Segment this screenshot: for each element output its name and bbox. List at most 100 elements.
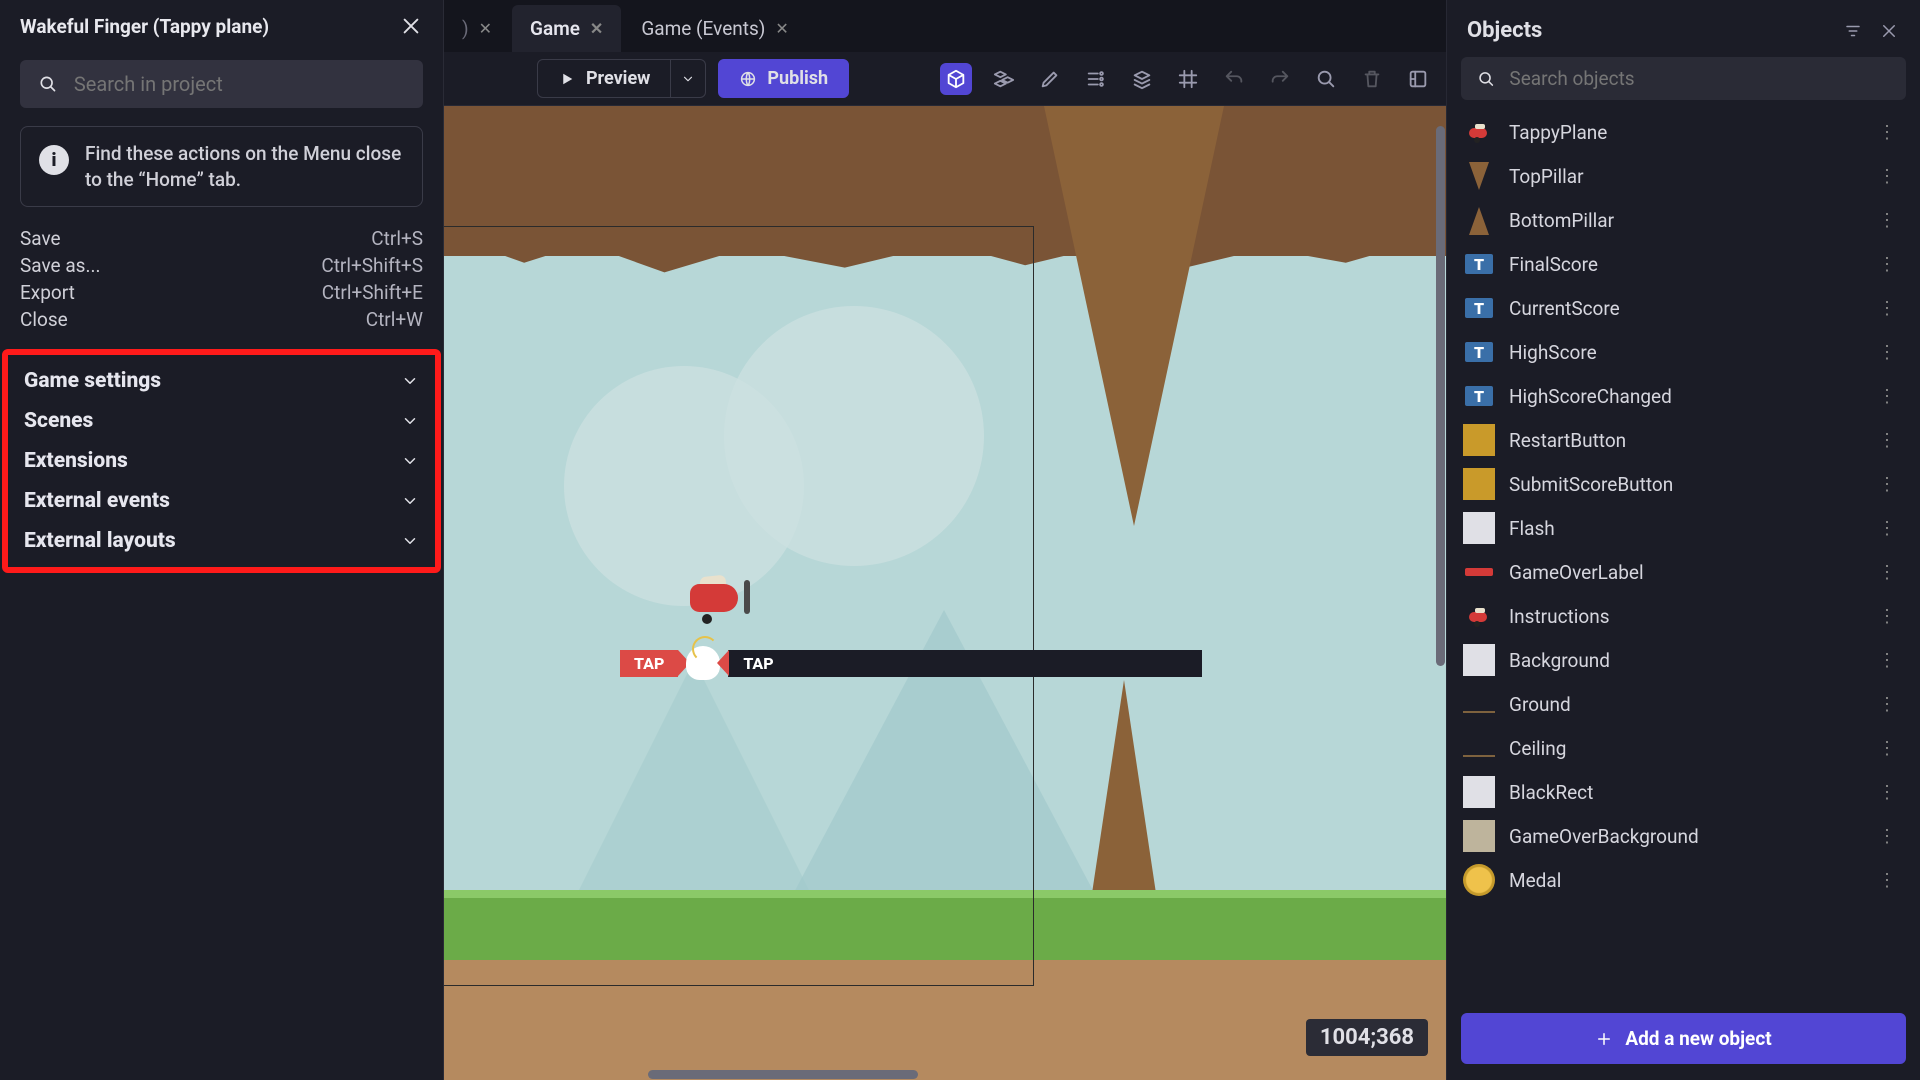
object-blackrect[interactable]: BlackRect⋮: [1457, 770, 1910, 814]
object-kebab-icon[interactable]: ⋮: [1874, 210, 1900, 231]
object-flash[interactable]: Flash⋮: [1457, 506, 1910, 550]
section-external-layouts[interactable]: External layouts: [16, 521, 427, 561]
object-highscorechanged[interactable]: THighScoreChanged⋮: [1457, 374, 1910, 418]
menu-action-close[interactable]: CloseCtrl+W: [20, 306, 423, 333]
objects-search[interactable]: [1461, 57, 1906, 100]
tab-game-events-[interactable]: Game (Events) ✕: [623, 5, 806, 52]
tool-settings-icon[interactable]: [1404, 65, 1432, 93]
tab-close-icon[interactable]: ✕: [590, 19, 603, 38]
section-external-events[interactable]: External events: [16, 481, 427, 521]
object-thumb: [1463, 116, 1495, 148]
tool-properties-icon[interactable]: [1082, 65, 1110, 93]
viewport-horizontal-scrollbar[interactable]: [450, 1070, 1440, 1080]
svg-text:T: T: [1474, 343, 1484, 362]
object-name: TopPillar: [1509, 165, 1860, 188]
scene-viewport[interactable]: TAP TAP 1004;368: [444, 106, 1446, 1080]
menu-action-shortcut: Ctrl+W: [366, 308, 423, 331]
object-medal[interactable]: Medal ⋮: [1457, 858, 1910, 902]
object-kebab-icon[interactable]: ⋮: [1874, 122, 1900, 143]
section-game-settings[interactable]: Game settings: [16, 361, 427, 401]
object-name: Medal: [1509, 869, 1860, 892]
section-extensions[interactable]: Extensions: [16, 441, 427, 481]
object-kebab-icon[interactable]: ⋮: [1874, 738, 1900, 759]
tool-instances-icon[interactable]: [990, 65, 1018, 93]
object-finalscore[interactable]: TFinalScore⋮: [1457, 242, 1910, 286]
object-name: CurrentScore: [1509, 297, 1860, 320]
object-kebab-icon[interactable]: ⋮: [1874, 474, 1900, 495]
object-kebab-icon[interactable]: ⋮: [1874, 562, 1900, 583]
menu-action-save-as-[interactable]: Save as...Ctrl+Shift+S: [20, 252, 423, 279]
object-kebab-icon[interactable]: ⋮: [1874, 826, 1900, 847]
object-thumb: [1463, 160, 1495, 192]
chevron-down-icon: [401, 412, 419, 430]
object-background[interactable]: Background⋮: [1457, 638, 1910, 682]
object-restartbutton[interactable]: RestartButton⋮: [1457, 418, 1910, 462]
project-sidebar: Wakeful Finger (Tappy plane) i Find thes…: [0, 0, 444, 1080]
tap-label-right: TAP: [728, 650, 1202, 677]
object-gameoverbackground[interactable]: GameOverBackground ⋮: [1457, 814, 1910, 858]
tab-game[interactable]: Game✕: [512, 5, 621, 52]
object-name: SubmitScoreButton: [1509, 473, 1860, 496]
svg-text:T: T: [1474, 387, 1484, 406]
object-kebab-icon[interactable]: ⋮: [1874, 782, 1900, 803]
object-kebab-icon[interactable]: ⋮: [1874, 650, 1900, 671]
menu-action-save[interactable]: SaveCtrl+S: [20, 225, 423, 252]
object-kebab-icon[interactable]: ⋮: [1874, 254, 1900, 275]
tab--[interactable]: )✕: [444, 5, 510, 52]
tool-grid-icon[interactable]: [1174, 65, 1202, 93]
object-tappyplane[interactable]: TappyPlane⋮: [1457, 110, 1910, 154]
objects-filter-icon[interactable]: [1842, 20, 1864, 42]
close-sidebar-button[interactable]: [399, 14, 423, 38]
preview-dropdown[interactable]: [671, 59, 706, 98]
viewport-vertical-scrollbar[interactable]: [1436, 112, 1446, 1074]
objects-close-icon[interactable]: [1878, 20, 1900, 42]
object-toppillar[interactable]: TopPillar ⋮: [1457, 154, 1910, 198]
add-object-button[interactable]: Add a new object: [1461, 1013, 1906, 1064]
object-highscore[interactable]: T HighScore ⋮: [1457, 330, 1910, 374]
object-name: GameOverBackground: [1509, 825, 1860, 848]
object-thumb: [1463, 204, 1495, 236]
tool-edit-icon[interactable]: [1036, 65, 1064, 93]
object-kebab-icon[interactable]: ⋮: [1874, 298, 1900, 319]
object-kebab-icon[interactable]: ⋮: [1874, 386, 1900, 407]
menu-action-export[interactable]: ExportCtrl+Shift+E: [20, 279, 423, 306]
object-currentscore[interactable]: TCurrentScore⋮: [1457, 286, 1910, 330]
tab-close-icon[interactable]: ✕: [775, 19, 788, 38]
publish-button[interactable]: Publish: [718, 59, 849, 98]
object-instructions[interactable]: Instructions⋮: [1457, 594, 1910, 638]
instructions-sprite[interactable]: TAP TAP: [620, 646, 1202, 680]
tool-layers-icon[interactable]: [1128, 65, 1156, 93]
objects-panel: Objects TappyPlane⋮TopPillar⋮BottomPilla…: [1446, 0, 1920, 1080]
tool-3d-icon[interactable]: [940, 63, 972, 95]
object-kebab-icon[interactable]: ⋮: [1874, 606, 1900, 627]
object-kebab-icon[interactable]: ⋮: [1874, 342, 1900, 363]
object-kebab-icon[interactable]: ⋮: [1874, 518, 1900, 539]
menu-action-label: Save as...: [20, 254, 101, 277]
object-kebab-icon[interactable]: ⋮: [1874, 430, 1900, 451]
object-thumb: T: [1463, 380, 1495, 412]
tool-undo-icon[interactable]: [1220, 65, 1248, 93]
project-search-input[interactable]: [74, 72, 405, 96]
tab-close-icon[interactable]: ✕: [479, 19, 492, 38]
menu-action-label: Export: [20, 281, 75, 304]
object-kebab-icon[interactable]: ⋮: [1874, 166, 1900, 187]
tab-label: Game (Events): [641, 17, 765, 40]
object-kebab-icon[interactable]: ⋮: [1874, 870, 1900, 891]
object-bottompillar[interactable]: BottomPillar⋮: [1457, 198, 1910, 242]
tool-zoom-icon[interactable]: [1312, 65, 1340, 93]
objects-search-input[interactable]: [1509, 67, 1890, 90]
project-search[interactable]: [20, 60, 423, 108]
preview-button[interactable]: Preview: [537, 59, 671, 98]
tool-redo-icon[interactable]: [1266, 65, 1294, 93]
object-gameoverlabel[interactable]: GameOverLabel⋮: [1457, 550, 1910, 594]
object-name: HighScore: [1509, 341, 1860, 364]
publish-label: Publish: [767, 68, 828, 89]
tool-delete-icon[interactable]: [1358, 65, 1386, 93]
section-scenes[interactable]: Scenes: [16, 401, 427, 441]
tappy-plane-sprite[interactable]: [684, 576, 748, 620]
object-submitscorebutton[interactable]: SubmitScoreButton ⋮: [1457, 462, 1910, 506]
menu-hint-tip: i Find these actions on the Menu close t…: [20, 126, 423, 207]
object-ceiling[interactable]: Ceiling⋮: [1457, 726, 1910, 770]
object-ground[interactable]: Ground⋮: [1457, 682, 1910, 726]
object-kebab-icon[interactable]: ⋮: [1874, 694, 1900, 715]
